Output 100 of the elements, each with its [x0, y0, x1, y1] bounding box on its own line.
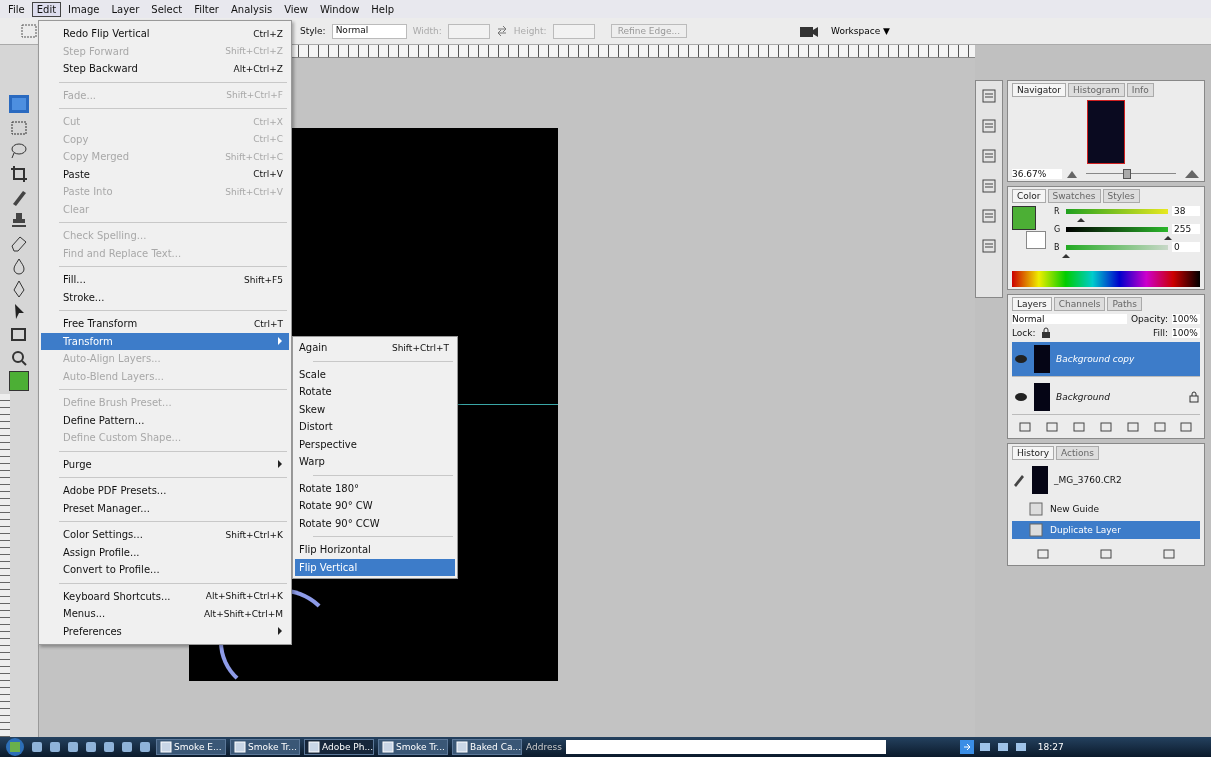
- foreground-swatch[interactable]: [1012, 206, 1036, 230]
- zoom-out-icon[interactable]: [1066, 169, 1078, 179]
- menu-item[interactable]: Adobe PDF Presets...: [41, 482, 289, 500]
- menu-item[interactable]: Scale: [295, 365, 455, 383]
- menu-item[interactable]: Again Shift+Ctrl+T: [295, 339, 455, 357]
- layer-row[interactable]: Background: [1012, 380, 1200, 415]
- menu-item[interactable]: Perspective: [295, 435, 455, 453]
- channel-value-field[interactable]: 0: [1172, 242, 1200, 252]
- menu-item[interactable]: Free Transform Ctrl+T: [41, 315, 289, 333]
- panel-tab[interactable]: Histogram: [1068, 83, 1125, 97]
- menu-item[interactable]: Window: [314, 1, 365, 17]
- panel-tab[interactable]: Navigator: [1012, 83, 1067, 97]
- menu-item[interactable]: Image: [63, 1, 105, 17]
- eye-icon[interactable]: [1014, 392, 1028, 402]
- menu-item[interactable]: Step Backward Alt+Ctrl+Z: [41, 60, 289, 78]
- panel-tab[interactable]: Swatches: [1047, 189, 1101, 203]
- address-label: Address: [526, 742, 562, 752]
- menu-item[interactable]: View: [279, 1, 313, 17]
- taskbar-button[interactable]: Baked Ca...: [452, 739, 522, 755]
- menu-item[interactable]: Filter: [189, 1, 224, 17]
- background-swatch[interactable]: [1026, 231, 1046, 249]
- menu-item[interactable]: Rotate 90° CW: [295, 497, 455, 515]
- menu-item[interactable]: Menus... Alt+Shift+Ctrl+M: [41, 605, 289, 623]
- menu-item[interactable]: Redo Flip Vertical Ctrl+Z: [41, 25, 289, 43]
- layer-row[interactable]: Background copy: [1012, 342, 1200, 377]
- blend-mode-dropdown[interactable]: Normal: [1012, 314, 1127, 324]
- lock-label: Lock:: [1012, 328, 1036, 338]
- channel-value-field[interactable]: 255: [1172, 224, 1200, 234]
- width-field[interactable]: [447, 23, 490, 39]
- menu-item[interactable]: Help: [366, 1, 400, 17]
- magnifier-icon[interactable]: [9, 348, 29, 368]
- menu-item[interactable]: Preset Manager...: [41, 499, 289, 517]
- menu-item[interactable]: Rotate: [295, 383, 455, 401]
- channel-value-field[interactable]: 38: [1172, 206, 1200, 216]
- layer-thumbnail: [1034, 345, 1050, 373]
- fill-field[interactable]: 100%: [1172, 328, 1200, 338]
- workspace-button[interactable]: Workspace ▼: [825, 25, 896, 37]
- window-icon[interactable]: [160, 741, 172, 753]
- menu-item[interactable]: Flip Horizontal: [295, 541, 455, 559]
- window-icon[interactable]: [234, 741, 246, 753]
- taskbar-button[interactable]: Smoke Tr...: [230, 739, 300, 755]
- height-field[interactable]: [552, 23, 595, 39]
- menu-item[interactable]: Purge: [41, 455, 289, 473]
- history-item[interactable]: Duplicate Layer: [1012, 521, 1200, 539]
- fill-label: Fill:: [1152, 328, 1168, 338]
- submenu-arrow-icon[interactable]: [277, 460, 283, 469]
- history-item[interactable]: New Guide: [1012, 500, 1200, 518]
- foreground-color-swatch[interactable]: [9, 371, 29, 391]
- menu-item[interactable]: Select: [146, 1, 188, 17]
- menu-item[interactable]: Fill... Shift+F5: [41, 271, 289, 289]
- swap-icon[interactable]: [495, 25, 508, 37]
- slider-thumb[interactable]: [1122, 169, 1131, 179]
- menu-item[interactable]: Edit: [31, 1, 62, 17]
- snapshot-name[interactable]: _MG_3760.CR2: [1054, 475, 1122, 485]
- menu-item[interactable]: Assign Profile...: [41, 543, 289, 561]
- window-icon[interactable]: [382, 741, 394, 753]
- panel-tab[interactable]: Styles: [1102, 189, 1140, 203]
- start-orb-icon[interactable]: [4, 737, 26, 757]
- menu-item[interactable]: Layer: [106, 1, 145, 17]
- marquee-icon[interactable]: [9, 118, 29, 138]
- menu-item[interactable]: Warp: [295, 453, 455, 471]
- menu-item[interactable]: Define Pattern...: [41, 411, 289, 429]
- panel-tab[interactable]: Layers: [1012, 297, 1052, 311]
- menu-item[interactable]: Paste Ctrl+V: [41, 165, 289, 183]
- menu-item[interactable]: Distort: [295, 418, 455, 436]
- lock-icon[interactable]: [1039, 327, 1052, 339]
- style-dropdown[interactable]: Normal: [331, 23, 407, 39]
- menu-item[interactable]: Keyboard Shortcuts... Alt+Shift+Ctrl+K: [41, 587, 289, 605]
- go-icon[interactable]: [959, 740, 974, 754]
- menu-item[interactable]: Stroke...: [41, 288, 289, 306]
- menu-item[interactable]: Rotate 180°: [295, 479, 455, 497]
- panel-tab[interactable]: Actions: [1056, 446, 1099, 460]
- address-field[interactable]: [565, 740, 886, 754]
- panel-tab[interactable]: Channels: [1053, 297, 1106, 311]
- taskbar-button[interactable]: Smoke Tr...: [378, 739, 448, 755]
- zoom-in-icon[interactable]: [1184, 169, 1200, 179]
- color-spectrum-bar[interactable]: [1012, 271, 1200, 287]
- menu-item[interactable]: Analysis: [225, 1, 278, 17]
- zoom-field[interactable]: 36.67%: [1012, 169, 1062, 179]
- opacity-field[interactable]: 100%: [1172, 314, 1200, 324]
- crop-icon[interactable]: [9, 164, 29, 184]
- taskbar-button[interactable]: Smoke E...: [156, 739, 226, 755]
- window-icon[interactable]: [308, 741, 320, 753]
- panel-tab[interactable]: Info: [1126, 83, 1154, 97]
- menu-item[interactable]: Rotate 90° CCW: [295, 514, 455, 532]
- taskbar-button[interactable]: Adobe Ph...: [304, 739, 374, 755]
- window-icon[interactable]: [456, 741, 468, 753]
- menu-item[interactable]: Flip Vertical: [295, 558, 455, 576]
- lasso-icon[interactable]: [9, 141, 29, 161]
- menu-item[interactable]: Transform: [41, 332, 289, 350]
- submenu-arrow-icon[interactable]: [277, 627, 283, 636]
- menu-item[interactable]: Convert to Profile...: [41, 561, 289, 579]
- panel-tab[interactable]: History: [1012, 446, 1055, 460]
- lock-icon[interactable]: [1188, 391, 1200, 403]
- menu-item[interactable]: Preferences: [41, 622, 289, 640]
- menu-item[interactable]: Color Settings... Shift+Ctrl+K: [41, 526, 289, 544]
- panel-tab[interactable]: Color: [1012, 189, 1046, 203]
- menu-item[interactable]: Skew: [295, 400, 455, 418]
- menu-item[interactable]: File: [3, 1, 30, 17]
- panel-tab[interactable]: Paths: [1107, 297, 1142, 311]
